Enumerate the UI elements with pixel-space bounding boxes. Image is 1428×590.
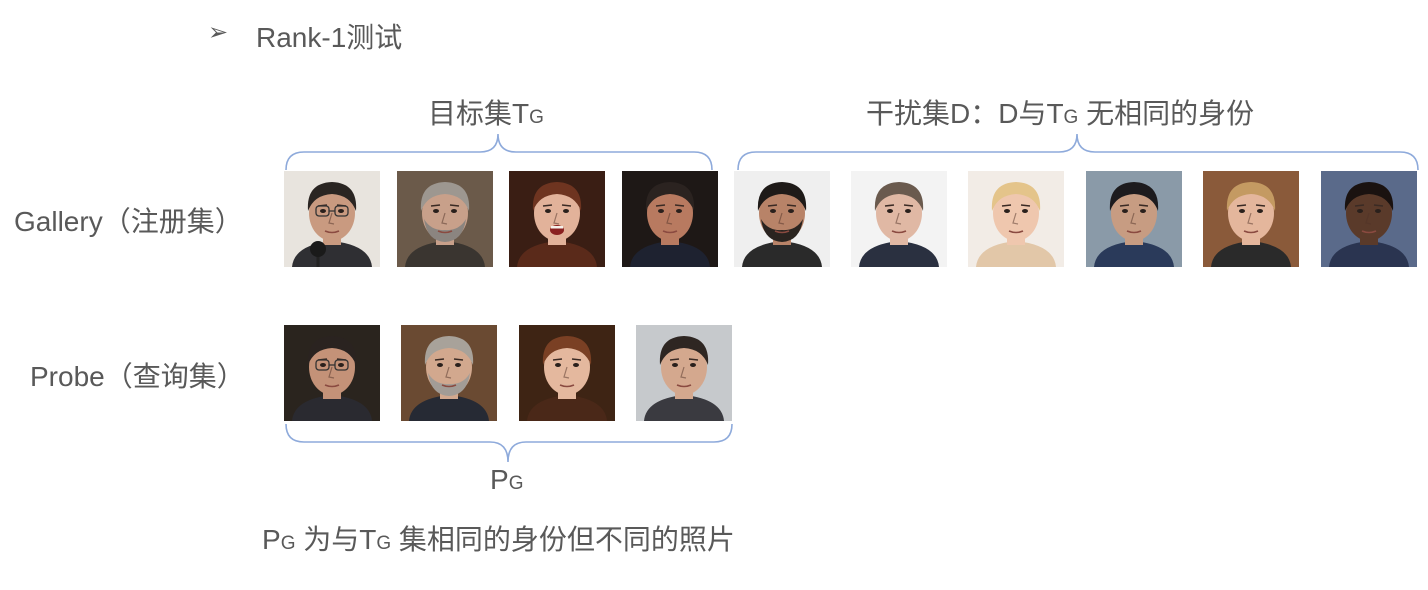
gallery-face-10 (1321, 171, 1417, 267)
target-set-label: 目标集TG (428, 92, 544, 132)
probe-face-2 (401, 325, 497, 421)
probe-row-label: Probe（查询集） (30, 361, 245, 392)
note-mid: 为与T (295, 524, 377, 555)
bullet-arrow-icon: ➢ (208, 19, 229, 46)
gallery-face-1 (284, 171, 380, 267)
section-heading: Rank-1测试 (256, 22, 403, 53)
gallery-face-2 (397, 171, 493, 267)
note-p-subscript: G (280, 533, 296, 554)
gallery-row-label: Gallery（注册集） (14, 206, 243, 237)
gallery-face-8 (1086, 171, 1182, 267)
distractor-set-label-text: 干扰集D：D与T (866, 98, 1064, 129)
probe-face-1 (284, 325, 380, 421)
probe-set-label-subscript: G (508, 473, 524, 494)
gallery-face-7 (968, 171, 1064, 267)
note-rest: 集相同的身份但不同的照片 (391, 524, 735, 555)
gallery-face-6 (851, 171, 947, 267)
probe-set-label-text: P (490, 464, 509, 495)
target-set-label-subscript: G (529, 107, 544, 128)
distractor-set-brace (737, 133, 1419, 171)
gallery-face-5 (734, 171, 830, 267)
probe-set-note: PG 为与TG 集相同的身份但不同的照片 (262, 518, 735, 558)
target-set-brace (285, 133, 713, 171)
note-p: P (262, 524, 281, 555)
target-set-label-text: 目标集T (428, 98, 530, 129)
note-t-subscript: G (376, 533, 392, 554)
probe-set-label: PG (490, 464, 523, 496)
gallery-face-4 (622, 171, 718, 267)
probe-set-brace (285, 423, 733, 463)
distractor-set-label-suffix: 无相同的身份 (1078, 98, 1255, 129)
probe-face-4 (636, 325, 732, 421)
gallery-face-9 (1203, 171, 1299, 267)
distractor-set-label-subscript: G (1063, 107, 1079, 128)
gallery-face-3 (509, 171, 605, 267)
probe-face-3 (519, 325, 615, 421)
distractor-set-label: 干扰集D：D与TG 无相同的身份 (866, 92, 1254, 132)
